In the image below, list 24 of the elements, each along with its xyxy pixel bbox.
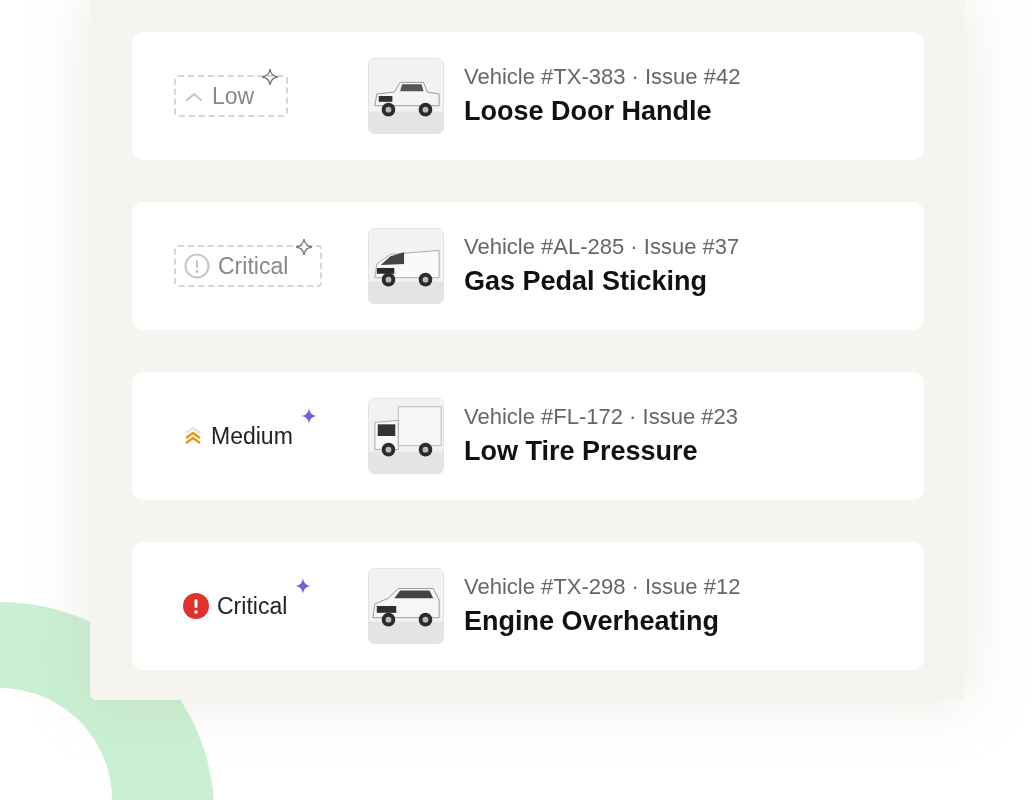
- sparkle-icon: [296, 239, 313, 255]
- issue-card[interactable]: Low Vehicle #TX-383 · Issue #42 Loose Door Handle: [132, 32, 924, 160]
- priority-label: Critical: [217, 591, 288, 621]
- issue-title: Low Tire Pressure: [464, 434, 699, 468]
- priority-label: Low: [212, 81, 255, 111]
- alert-icon: [184, 253, 210, 279]
- sparkle-icon: [295, 578, 312, 594]
- sparkle-icon: [262, 69, 279, 85]
- issue-subtitle: Vehicle #TX-298 · Issue #12: [464, 573, 741, 601]
- priority-label: Critical: [218, 251, 289, 281]
- issue-subtitle: Vehicle #AL-285 · Issue #37: [464, 233, 740, 261]
- issue-card[interactable]: Critical Vehicle #TX-298 · Issue #12 Engine Overheating: [132, 542, 924, 670]
- issue-card[interactable]: Critical Vehicle #AL-285 · Issue #37 Gas Pedal Sticking: [132, 202, 924, 330]
- issue-card[interactable]: Medium Vehicle #FL-172 · Issue #23 Low Tire Pressure: [132, 372, 924, 500]
- alert-icon: [183, 593, 209, 619]
- issue-subtitle: Vehicle #TX-383 · Issue #42: [464, 63, 741, 91]
- issue-title: Engine Overheating: [464, 604, 721, 638]
- chevron-up-icon: [184, 90, 204, 102]
- issue-title: Gas Pedal Sticking: [464, 264, 709, 298]
- issue-title: Loose Door Handle: [464, 94, 713, 128]
- double-chevron-icon: [183, 426, 203, 446]
- sparkle-icon: [300, 408, 317, 424]
- priority-label: Medium: [211, 421, 293, 451]
- issue-subtitle: Vehicle #FL-172 · Issue #23: [464, 403, 738, 431]
